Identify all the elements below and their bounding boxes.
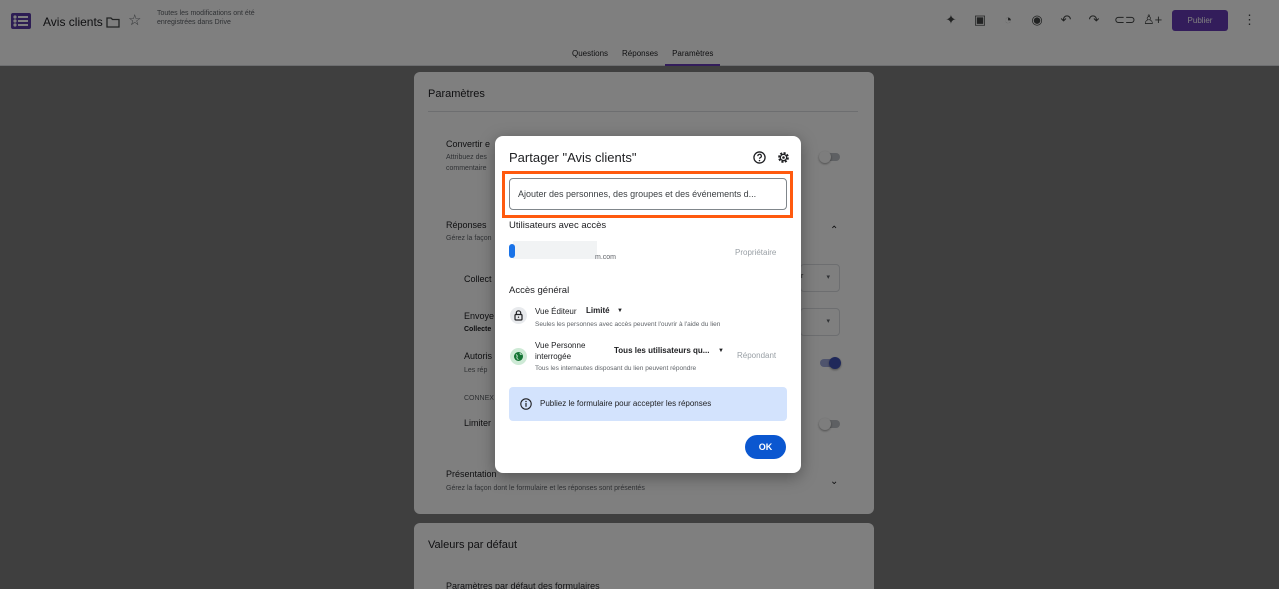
editor-view-label: Vue Éditeur <box>535 307 577 316</box>
respondent-view-label: Vue Personne <box>535 341 586 350</box>
respondent-role: Répondant <box>737 351 777 360</box>
ok-button[interactable]: OK <box>745 435 786 459</box>
share-dialog: Partager "Avis clients" Utilisateurs ave… <box>495 136 801 473</box>
respondent-view-label-2: interrogée <box>535 352 572 361</box>
respondent-access-dropdown[interactable]: Tous les utilisateurs qu... <box>614 346 709 355</box>
caret-down-icon[interactable]: ▼ <box>617 308 623 314</box>
gear-icon[interactable] <box>777 151 790 164</box>
info-icon <box>520 398 532 410</box>
caret-down-icon[interactable]: ▼ <box>718 348 724 354</box>
avatar <box>509 244 515 258</box>
lock-icon <box>510 307 527 324</box>
user-email: m.com <box>595 254 616 261</box>
user-name-redacted <box>513 241 597 259</box>
help-icon[interactable] <box>753 151 766 164</box>
globe-icon <box>510 348 527 365</box>
editor-access-dropdown[interactable]: Limité <box>586 306 610 315</box>
publish-info-banner: Publiez le formulaire pour accepter les … <box>509 387 787 421</box>
editor-access-desc: Seules les personnes avec accès peuvent … <box>535 321 721 328</box>
share-dialog-title: Partager "Avis clients" <box>509 150 637 165</box>
add-people-input[interactable] <box>509 178 787 210</box>
general-access-title: Accès général <box>509 285 570 296</box>
owner-role: Propriétaire <box>735 248 777 257</box>
respondent-access-desc: Tous les internautes disposant du lien p… <box>535 365 697 372</box>
users-with-access-title: Utilisateurs avec accès <box>509 220 607 231</box>
info-text: Publiez le formulaire pour accepter les … <box>540 399 712 408</box>
